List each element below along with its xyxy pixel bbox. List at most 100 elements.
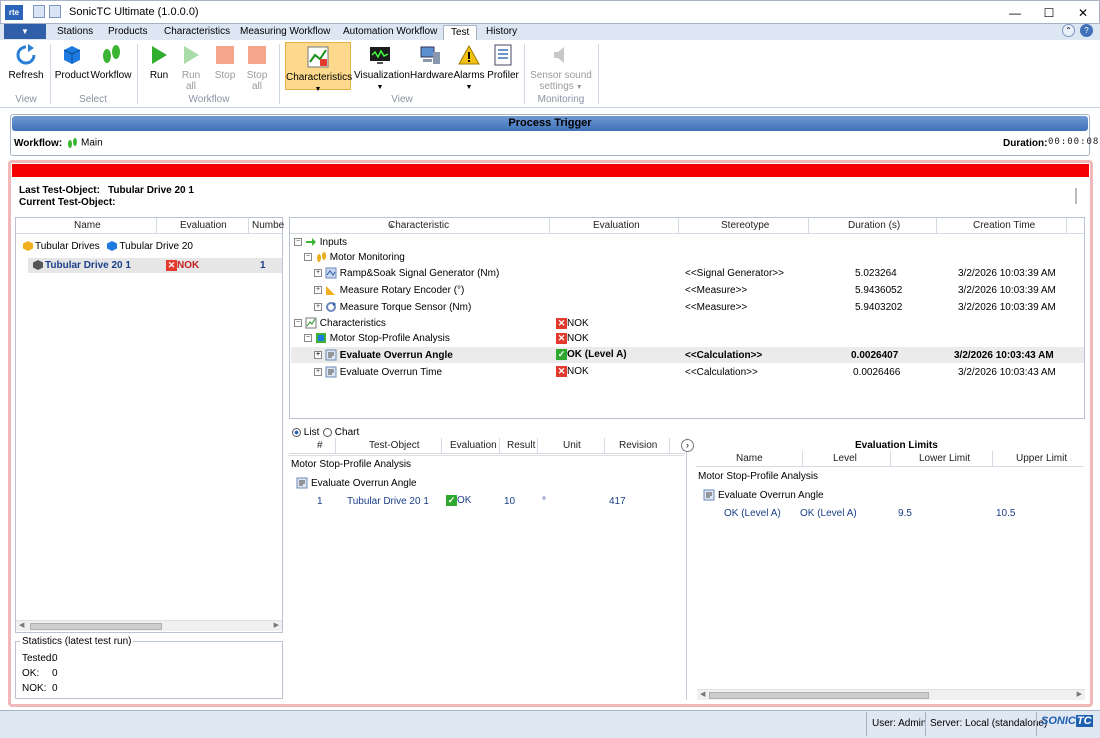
calculation-icon: [703, 489, 715, 501]
column-header-stereotype[interactable]: Stereotype: [721, 218, 769, 234]
last-test-object-label: Last Test-Object:: [19, 185, 100, 196]
collapse-toggle-icon[interactable]: −: [294, 319, 302, 328]
column-header-level[interactable]: Level: [833, 451, 857, 467]
result-test-object[interactable]: Tubular Drive 20 1: [347, 495, 429, 508]
close-button[interactable]: ✕: [1066, 1, 1100, 25]
column-header-name[interactable]: Name: [736, 451, 763, 467]
tree-row-overrun-time[interactable]: + Evaluate Overrun Time: [314, 366, 442, 379]
result-index[interactable]: 1: [317, 495, 323, 508]
tree-group-row[interactable]: Tubular Drives Tubular Drive 20: [22, 240, 193, 253]
tree-row-stop-profile-analysis[interactable]: − Motor Stop-Profile Analysis: [304, 332, 450, 345]
info-scroll-indicator: [1075, 188, 1077, 204]
expand-limits-icon[interactable]: ›: [681, 439, 694, 452]
cell-duration: 5.9436052: [855, 285, 903, 296]
help-icon[interactable]: ?: [1080, 24, 1093, 37]
tab-automation-workflow[interactable]: Automation Workflow: [336, 25, 444, 40]
expand-toggle-icon[interactable]: +: [314, 269, 322, 278]
refresh-button[interactable]: Refresh: [8, 44, 44, 96]
column-header-evaluation[interactable]: Evaluation: [450, 438, 497, 454]
collapse-toggle-icon[interactable]: −: [304, 334, 312, 343]
run-button[interactable]: Run: [144, 44, 174, 96]
group-label-view: View: [15, 94, 37, 105]
stats-nok-value: 0: [52, 683, 58, 694]
visualization-monitor-icon: [370, 47, 390, 64]
view-chart-radio[interactable]: Chart: [323, 427, 359, 438]
ribbon-separator: [524, 44, 525, 104]
visualization-button[interactable]: Visualization ▼: [354, 44, 410, 96]
quick-access-save-icon[interactable]: [33, 5, 45, 18]
divider: [288, 455, 684, 456]
maximize-button[interactable]: ☐: [1032, 1, 1066, 25]
column-header-test-object[interactable]: Test-Object: [369, 438, 420, 454]
profiler-button[interactable]: Profiler: [487, 44, 519, 96]
column-header-duration[interactable]: Duration (s): [848, 218, 900, 234]
stop-all-icon: [248, 46, 266, 64]
expand-toggle-icon[interactable]: +: [314, 286, 322, 295]
column-header-lower-limit[interactable]: Lower Limit: [919, 451, 970, 467]
tree-row-characteristics[interactable]: − Characteristics: [294, 317, 386, 330]
cell-creation-time: 3/2/2026 10:03:39 AM: [958, 268, 1056, 279]
expand-toggle-icon[interactable]: +: [314, 351, 322, 360]
cell-creation-time: 3/2/2026 10:03:43 AM: [954, 350, 1054, 361]
product-cube-icon: [63, 46, 81, 64]
tab-products[interactable]: Products: [101, 25, 154, 40]
run-all-button[interactable]: Run all: [176, 44, 206, 96]
tree-row-torque-sensor[interactable]: + Measure Torque Sensor (Nm): [314, 301, 471, 314]
tree-row-motor-monitoring[interactable]: − Motor Monitoring: [304, 251, 405, 264]
tab-stations[interactable]: Stations: [50, 25, 100, 40]
results-sub-row: Evaluate Overrun Angle: [296, 477, 417, 490]
product-button[interactable]: Product: [54, 44, 90, 96]
expand-toggle-icon[interactable]: +: [314, 368, 322, 377]
splitter[interactable]: [686, 438, 687, 700]
column-header-upper-limit[interactable]: Upper Limit: [1016, 451, 1067, 467]
characteristics-button[interactable]: Characteristics ▼: [285, 42, 352, 93]
cell-stereotype: <<Calculation>>: [685, 367, 758, 378]
column-header-unit[interactable]: Unit: [563, 438, 581, 454]
horizontal-scrollbar[interactable]: ◀ ▶: [697, 689, 1085, 700]
column-header-evaluation[interactable]: Evaluation: [593, 218, 640, 234]
column-header-evaluation[interactable]: Evaluation: [180, 218, 227, 234]
app-logo-icon: rte: [5, 5, 23, 20]
collapse-ribbon-icon[interactable]: ⌃: [1062, 24, 1075, 37]
column-header-index[interactable]: #: [317, 438, 323, 454]
tree-row-overrun-angle[interactable]: + Evaluate Overrun Angle: [314, 349, 453, 362]
status-user: User: Admin: [872, 718, 927, 729]
collapse-toggle-icon[interactable]: −: [304, 253, 312, 262]
stop-all-button[interactable]: Stop all: [242, 44, 272, 96]
scrollbar-thumb[interactable]: [709, 692, 929, 699]
quick-access-open-icon[interactable]: [49, 5, 61, 18]
tab-measuring-workflow[interactable]: Measuring Workflow: [233, 25, 337, 40]
nok-icon: ✕: [166, 259, 177, 271]
cell-evaluation: ✕ NOK: [556, 365, 589, 377]
tab-test[interactable]: Test: [443, 25, 478, 40]
column-header-result[interactable]: Result: [507, 438, 535, 454]
tree-row-ramp-soak[interactable]: + Ramp&Soak Signal Generator (Nm): [314, 267, 499, 280]
window-title: SonicTC Ultimate (1.0.0.0): [69, 6, 199, 18]
alarms-button[interactable]: Alarms ▼: [453, 44, 485, 96]
column-header-name[interactable]: Name: [74, 218, 101, 234]
limit-lower: 9.5: [898, 508, 912, 519]
scrollbar-thumb[interactable]: [30, 623, 162, 630]
workflow-label: Workflow:: [14, 138, 63, 149]
hardware-button[interactable]: Hardware: [410, 44, 453, 96]
tab-history[interactable]: History: [479, 25, 524, 40]
view-list-radio[interactable]: List: [292, 427, 319, 438]
stop-button[interactable]: Stop: [210, 44, 240, 96]
limit-name[interactable]: OK (Level A): [724, 507, 781, 520]
workflow-value: Main: [66, 137, 103, 149]
column-header-revision[interactable]: Revision: [619, 438, 657, 454]
app-menu-button[interactable]: ▼: [4, 24, 46, 39]
minimize-button[interactable]: —: [998, 1, 1032, 25]
workflow-button[interactable]: Workflow: [90, 44, 132, 96]
sensor-sound-settings-button[interactable]: Sensor sound settings ▼: [528, 44, 594, 96]
test-object-row-name[interactable]: Tubular Drive 20 1: [32, 259, 131, 272]
expand-toggle-icon[interactable]: +: [314, 303, 322, 312]
column-header-number[interactable]: Numbe: [252, 218, 284, 234]
tab-characteristics[interactable]: Characteristics: [157, 25, 237, 40]
collapse-toggle-icon[interactable]: −: [294, 238, 302, 247]
results-group-row: Motor Stop-Profile Analysis: [291, 459, 412, 470]
tree-row-inputs[interactable]: − Inputs: [294, 236, 347, 249]
column-header-creation-time[interactable]: Creation Time: [973, 218, 1035, 234]
horizontal-scrollbar[interactable]: ◀ ▶: [16, 620, 282, 631]
tree-row-rotary-encoder[interactable]: + Measure Rotary Encoder (°): [314, 284, 464, 297]
